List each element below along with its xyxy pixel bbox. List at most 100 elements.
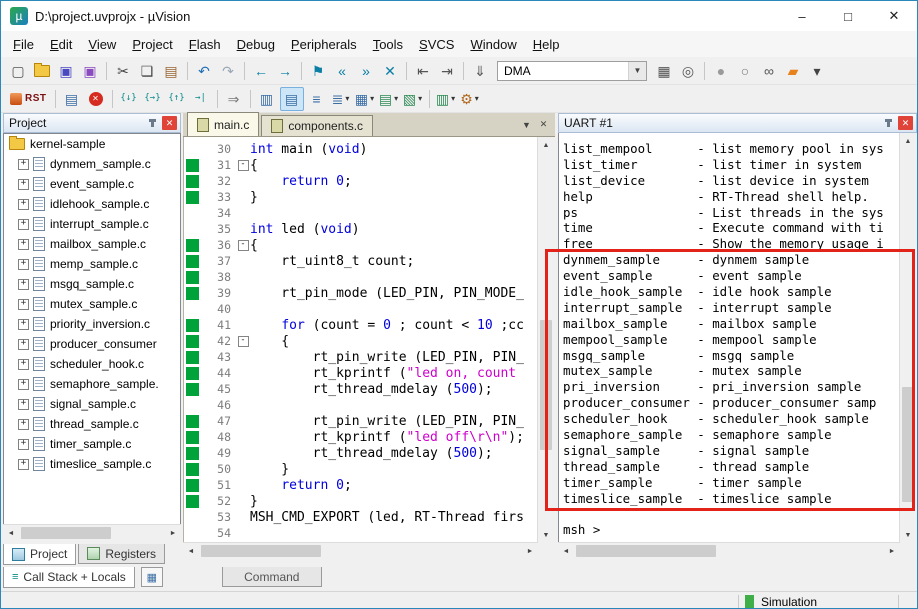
kill-all-button[interactable]: ✕ [85,88,107,110]
menu-peripherals[interactable]: Peripherals [283,34,365,55]
fold-collapse-icon[interactable]: - [237,335,249,347]
tree-item-signal_sample-c[interactable]: + signal_sample.c [4,394,180,414]
tree-item-memp_sample-c[interactable]: + memp_sample.c [4,254,180,274]
code-line-51[interactable]: 51 return 0; [184,477,538,493]
watch-window-button[interactable]: ≣ ▾ [330,88,352,110]
command-window-button[interactable]: ▥ [256,88,278,110]
new-file-button[interactable]: ▢ [7,60,29,82]
code-line-36[interactable]: 36-{ [184,237,538,253]
menu-debug[interactable]: Debug [229,34,283,55]
code-line-46[interactable]: 46 [184,397,538,413]
scrollbar-thumb[interactable] [540,319,552,450]
debug-session-button[interactable]: ▤ [61,88,83,110]
scrollbar-thumb[interactable] [21,527,111,539]
scroll-down-icon[interactable]: ▼ [538,527,554,543]
tree-item-msgq_sample-c[interactable]: + msgq_sample.c [4,274,180,294]
breakpoint-disable-button[interactable]: ● [710,60,732,82]
reset-button[interactable]: RST [7,88,50,110]
tab-project[interactable]: Project [3,544,77,565]
serial-window-button[interactable]: ▤ ▾ [378,88,400,110]
expander-icon[interactable]: + [18,238,29,250]
code-line-53[interactable]: 53 MSH_CMD_EXPORT (led, RT-Thread firs [184,509,538,525]
expander-icon[interactable]: + [18,198,29,210]
code-line-39[interactable]: 39 rt_pin_mode (LED_PIN, PIN_MODE_ [184,285,538,301]
open-file-button[interactable] [31,60,53,82]
paste-button[interactable]: ▤ [160,60,182,82]
download-button[interactable]: ⇓ [469,60,491,82]
scroll-left-icon[interactable]: ◄ [558,543,574,559]
close-button[interactable]: ✕ [871,1,917,31]
code-line-31[interactable]: 31-{ [184,157,538,173]
run-to-line-button[interactable]: →| [190,88,212,110]
menu-file[interactable]: File [5,34,42,55]
step-over-button[interactable]: {→} [142,88,164,110]
bookmark-toggle-button[interactable]: ⚑ [307,60,329,82]
undo-button[interactable]: ↶ [193,60,215,82]
code-line-50[interactable]: 50 } [184,461,538,477]
code-editor[interactable]: 30 int main (void) 31-{32 return 0; 33} 34 35… [183,137,538,543]
target-select[interactable]: DMA ▼ [497,60,647,81]
navigate-forward-button[interactable]: → [274,60,296,82]
scroll-up-icon[interactable]: ▲ [538,137,554,153]
code-line-40[interactable]: 40 [184,301,538,317]
tab-close-button[interactable]: ✕ [535,117,552,133]
tree-item-timer_sample-c[interactable]: + timer_sample.c [4,434,180,454]
code-line-41[interactable]: 41 for (count = 0 ; count < 10 ;cc [184,317,538,333]
tree-item-event_sample-c[interactable]: + event_sample.c [4,174,180,194]
cut-button[interactable]: ✂ [112,60,134,82]
more-dropdown[interactable]: ▾ [806,60,828,82]
tree-item-interrupt_sample-c[interactable]: + interrupt_sample.c [4,214,180,234]
bookmark-clear-button[interactable]: ✕ [379,60,401,82]
expander-icon[interactable]: + [18,278,29,290]
disassembly-window-button[interactable]: ▤ [279,86,304,111]
combo-dropdown-icon[interactable]: ▼ [628,61,646,80]
step-out-button[interactable]: {↑} [166,88,188,110]
toolbox-button[interactable]: ⚙ ▾ [459,88,481,110]
expander-icon[interactable]: + [18,458,29,470]
expander-icon[interactable]: + [18,218,29,230]
code-line-35[interactable]: 35 int led (void) [184,221,538,237]
code-line-44[interactable]: 44 rt_kprintf ("led on, count [184,365,538,381]
dropdown-arrow-icon[interactable]: ▾ [394,94,398,103]
run-button[interactable]: ⇒ [223,88,245,110]
expander-icon[interactable]: + [18,358,29,370]
editor-hscrollbar[interactable]: ◄ ► [183,542,538,559]
scrollbar-thumb[interactable] [902,387,914,502]
code-line-37[interactable]: 37 rt_uint8_t count; [184,253,538,269]
tree-root-kernel-sample[interactable]: kernel-sample [4,134,180,154]
expander-icon[interactable]: + [18,398,29,410]
fold-collapse-icon[interactable]: - [237,239,249,251]
dropdown-arrow-icon[interactable]: ▾ [418,94,422,103]
expander-icon[interactable]: + [18,298,29,310]
minimize-button[interactable]: – [779,1,825,31]
editor-vscrollbar[interactable]: ▲ ▼ [537,137,555,543]
maximize-button[interactable]: □ [825,1,871,31]
code-line-47[interactable]: 47 rt_pin_write (LED_PIN, PIN_ [184,413,538,429]
scroll-up-icon[interactable]: ▲ [900,133,916,149]
tab-list-dropdown[interactable]: ▼ [518,117,535,133]
save-button[interactable]: ▣ [55,60,77,82]
menu-help[interactable]: Help [525,34,568,55]
expander-icon[interactable]: + [18,318,29,330]
breakpoint-enable-button[interactable]: ○ [734,60,756,82]
fold-collapse-icon[interactable]: - [237,159,249,171]
uart-console[interactable]: list_mempool - list memory pool in sys li… [558,133,900,543]
tree-item-idlehook_sample-c[interactable]: + idlehook_sample.c [4,194,180,214]
project-pin-button[interactable] [145,116,160,130]
scroll-right-icon[interactable]: ► [884,543,900,559]
code-line-34[interactable]: 34 [184,205,538,221]
step-into-button[interactable]: {↓} [118,88,140,110]
tree-item-mailbox_sample-c[interactable]: + mailbox_sample.c [4,234,180,254]
save-all-button[interactable]: ▣ [79,60,101,82]
analysis-window-button[interactable]: ▧ ▾ [402,88,424,110]
expander-icon[interactable]: + [18,378,29,390]
memory-window-button[interactable]: ▦ ▾ [354,88,376,110]
tree-item-priority_inversion-c[interactable]: + priority_inversion.c [4,314,180,334]
uart-vscrollbar[interactable]: ▲ ▼ [899,133,917,543]
symbol-window-button[interactable]: ≡ [306,88,328,110]
tab-command[interactable]: Command [221,567,322,587]
dropdown-arrow-icon[interactable]: ▾ [451,94,455,103]
tree-item-thread_sample-c[interactable]: + thread_sample.c [4,414,180,434]
code-line-48[interactable]: 48 rt_kprintf ("led off\r\n"); [184,429,538,445]
flash-tools-button[interactable]: ▰ [782,60,804,82]
